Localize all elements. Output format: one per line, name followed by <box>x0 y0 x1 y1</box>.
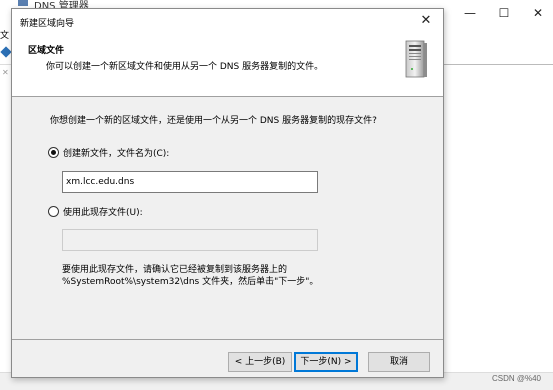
server-icon <box>405 40 427 78</box>
wizard-body: 你想创建一个新的区域文件，还是使用一个从另一个 DNS 服务器复制的现存文件? … <box>12 98 443 348</box>
radio-button-checked[interactable] <box>48 147 59 158</box>
header-title: 区域文件 <box>28 46 65 56</box>
footer-divider <box>12 339 443 340</box>
minimize-button[interactable]: — <box>456 4 484 22</box>
dialog-close-button[interactable]: ✕ <box>415 11 437 31</box>
dns-app-icon <box>18 0 28 6</box>
radio-create-new-label[interactable]: 创建新文件，文件名为(C): <box>63 146 169 159</box>
pane-divider <box>440 64 553 65</box>
radio-use-existing-file[interactable]: 使用此现存文件(U): <box>48 205 143 218</box>
note-line-1: 要使用此现存文件，请确认它已经被复制到该服务器上的 <box>62 265 288 275</box>
next-button[interactable]: 下一步(N) > <box>294 352 358 372</box>
existing-file-input <box>62 229 318 251</box>
maximize-button[interactable]: ☐ <box>490 4 518 22</box>
dialog-titlebar: 新建区域向导 ✕ <box>12 9 443 33</box>
new-file-name-input[interactable]: xm.lcc.edu.dns <box>62 171 318 193</box>
watermark: CSDN @%40 <box>491 374 541 383</box>
question-text: 你想创建一个新的区域文件，还是使用一个从另一个 DNS 服务器复制的现存文件? <box>50 116 377 126</box>
existing-file-note: 要使用此现存文件，请确认它已经被复制到该服务器上的 %SystemRoot%\s… <box>62 264 362 288</box>
radio-use-existing-label[interactable]: 使用此现存文件(U): <box>63 205 143 218</box>
radio-create-new-file[interactable]: 创建新文件，文件名为(C): <box>48 146 169 159</box>
new-zone-wizard-dialog: 新建区域向导 ✕ 区域文件 你可以创建一个新区域文件和使用从另一个 DNS 服务… <box>11 8 444 378</box>
dialog-title: 新建区域向导 <box>20 19 75 29</box>
radio-button-unchecked[interactable] <box>48 206 59 217</box>
header-subtitle: 你可以创建一个新区域文件和使用从另一个 DNS 服务器复制的文件。 <box>46 62 324 72</box>
note-line-2: %SystemRoot%\system32\dns 文件夹，然后单击"下一步"。 <box>62 277 319 287</box>
nav-close-icon[interactable]: ✕ <box>2 68 10 77</box>
wizard-header: 区域文件 你可以创建一个新区域文件和使用从另一个 DNS 服务器复制的文件。 <box>12 33 443 97</box>
nav-back-icon[interactable] <box>0 46 12 58</box>
back-button[interactable]: < 上一步(B) <box>228 352 292 372</box>
cancel-button[interactable]: 取消 <box>368 352 430 372</box>
background-close-button[interactable]: ✕ <box>524 4 552 22</box>
